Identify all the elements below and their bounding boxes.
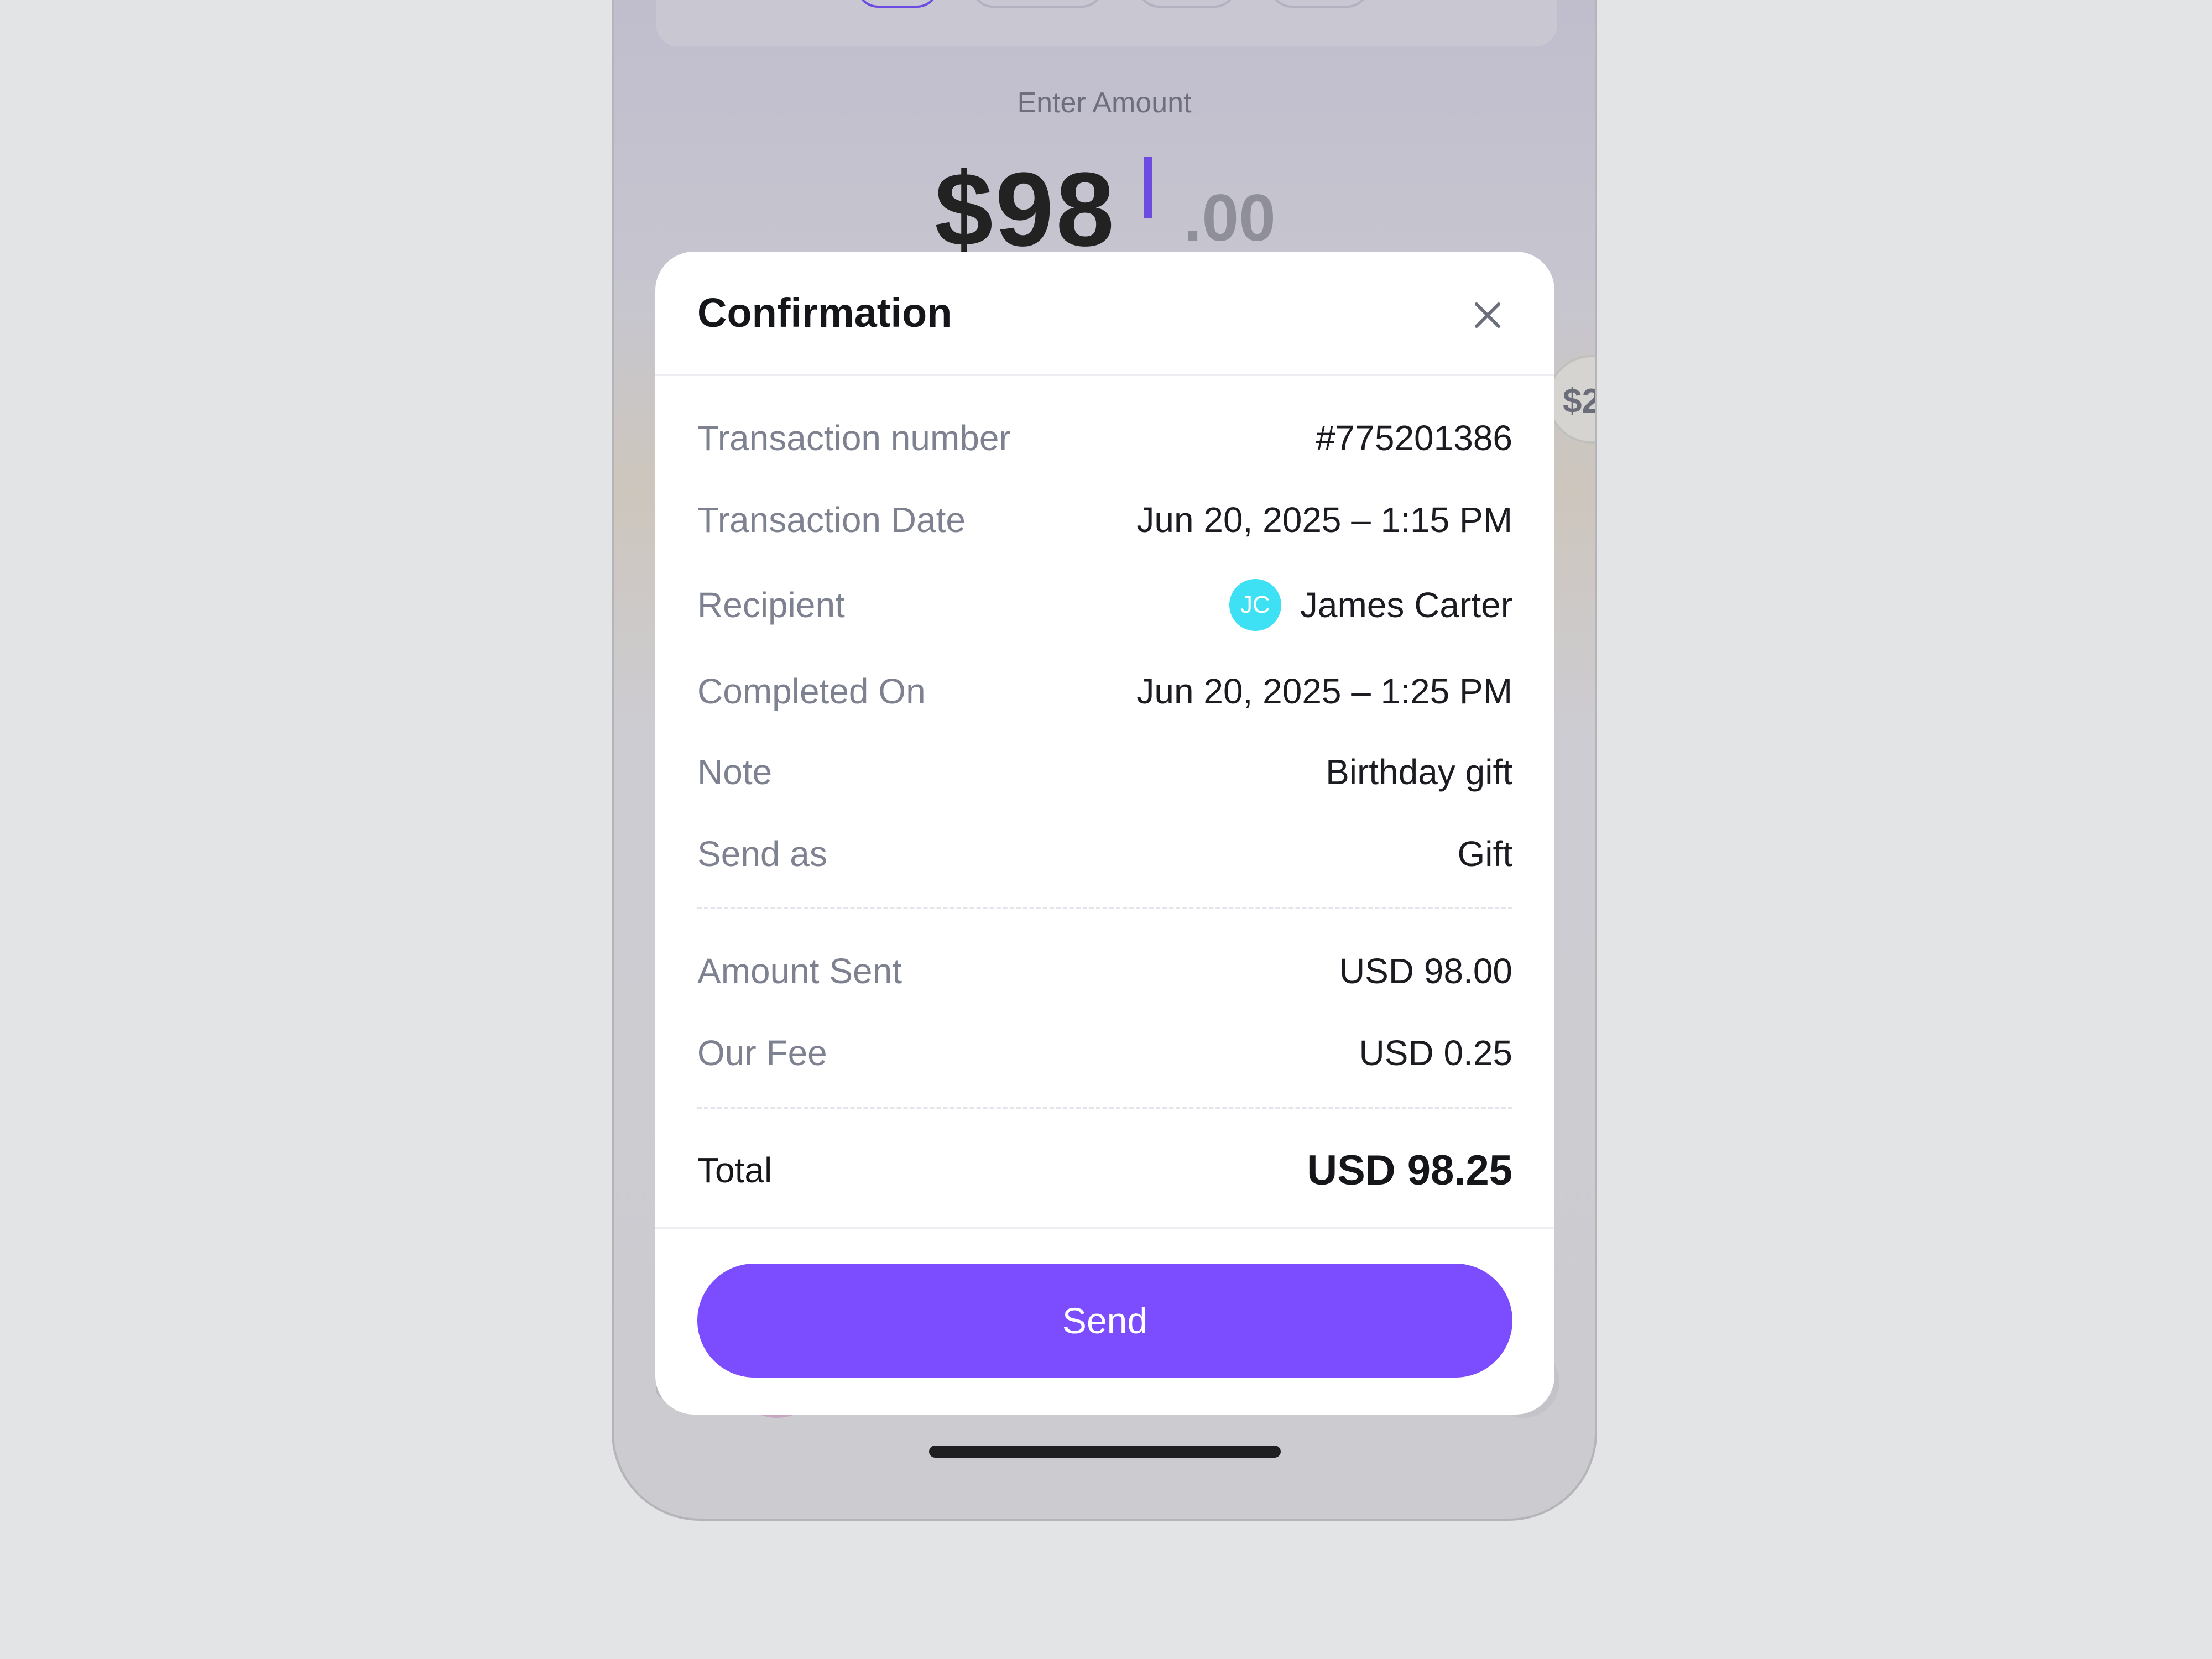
row-label: Our Fee [697, 1033, 827, 1073]
row-send-as: Send as Gift [697, 826, 1512, 881]
top-card [656, 0, 1557, 46]
amount-chip[interactable] [1270, 0, 1369, 8]
row-label: Amount Sent [697, 951, 902, 991]
total-label: Total [697, 1150, 773, 1190]
row-value: USD 98.00 [1339, 951, 1512, 991]
amount-display[interactable]: $98 [935, 157, 1117, 262]
footer-divider [655, 1227, 1554, 1229]
row-transaction-date: Transaction Date Jun 20, 2025 – 1:15 PM [697, 492, 1512, 547]
row-label: Recipient [697, 585, 845, 625]
home-indicator[interactable] [929, 1446, 1281, 1458]
divider [697, 907, 1512, 909]
row-value: USD 0.25 [1359, 1033, 1512, 1073]
row-label: Completed On [697, 671, 926, 711]
close-icon [1475, 302, 1500, 328]
enter-amount-label: Enter Amount [1017, 87, 1192, 119]
row-label: Send as [697, 834, 827, 874]
confirmation-modal: Confirmation Transaction number #7752013… [655, 252, 1554, 1415]
amount-chip[interactable] [971, 0, 1104, 8]
row-total: Total USD 98.25 [697, 1142, 1512, 1198]
row-value: Birthday gift [1326, 752, 1512, 792]
amount-chip-selected[interactable] [856, 0, 939, 8]
total-value: USD 98.25 [1307, 1146, 1512, 1194]
send-button[interactable]: Send [697, 1264, 1512, 1378]
row-value: Jun 20, 2025 – 1:25 PM [1136, 671, 1512, 711]
row-transaction-number: Transaction number #775201386 [697, 410, 1512, 466]
row-value: #775201386 [1316, 418, 1512, 458]
row-label: Note [697, 752, 773, 792]
row-amount-sent: Amount Sent USD 98.00 [697, 943, 1512, 999]
amount-cents: .00 [1183, 181, 1276, 255]
modal-title: Confirmation [697, 290, 952, 336]
row-note: Note Birthday gift [697, 744, 1512, 800]
row-recipient: Recipient JC James Carter [697, 577, 1512, 633]
row-label: Transaction Date [697, 500, 966, 540]
recipient-avatar: JC [1229, 579, 1281, 631]
text-cursor [1144, 157, 1152, 218]
quick-amount-chip[interactable]: $2 [1547, 355, 1595, 444]
modal-header: Confirmation [655, 252, 1554, 376]
row-completed-on: Completed On Jun 20, 2025 – 1:25 PM [697, 664, 1512, 719]
close-button[interactable] [1463, 290, 1512, 340]
recipient-value: JC James Carter [1229, 579, 1512, 631]
recipient-name: James Carter [1300, 585, 1512, 625]
row-value: Gift [1457, 834, 1512, 874]
divider [697, 1107, 1512, 1109]
amount-chip[interactable] [1137, 0, 1237, 8]
row-our-fee: Our Fee USD 0.25 [697, 1025, 1512, 1081]
row-label: Transaction number [697, 418, 1011, 458]
row-value: Jun 20, 2025 – 1:15 PM [1136, 500, 1512, 540]
